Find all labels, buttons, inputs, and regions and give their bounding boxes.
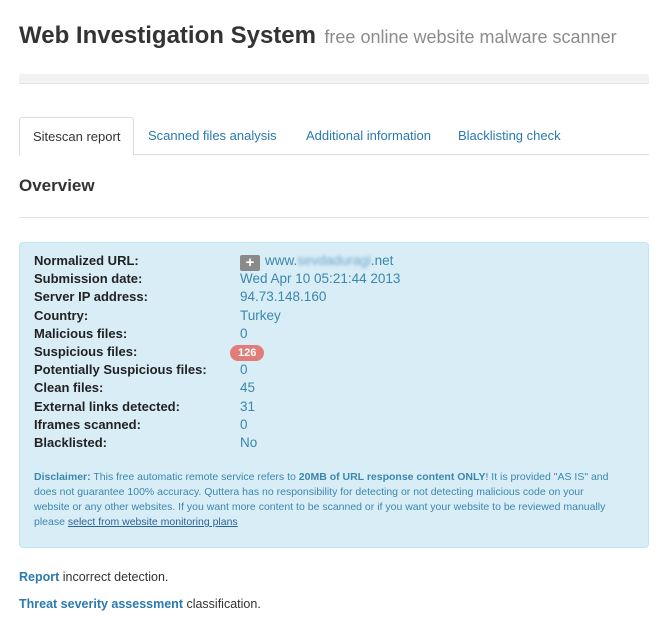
disclaimer-limit: 20MB of URL response content ONLY xyxy=(298,471,486,483)
iframes-label: Iframes scanned: xyxy=(34,416,141,432)
submission-date-label: Submission date: xyxy=(34,271,143,287)
row-suspicious-files: Suspicious files: 126 xyxy=(34,343,614,361)
scan-progress-bar xyxy=(19,74,649,97)
threat-severity-line: Threat severity assessment classificatio… xyxy=(19,597,261,611)
clean-files-label: Clean files: xyxy=(34,380,104,396)
scan-summary-panel: Normalized URL: + www.sevdaduragi.net Sub… xyxy=(19,242,649,548)
clean-files-value: 45 xyxy=(240,380,256,396)
report-link[interactable]: Report xyxy=(19,570,59,584)
tab-blacklisting-check[interactable]: Blacklisting check xyxy=(445,117,574,155)
potentially-suspicious-files-label: Potentially Suspicious files: xyxy=(34,362,207,378)
external-links-value: 31 xyxy=(240,398,256,414)
report-link-text: incorrect detection. xyxy=(59,570,169,584)
malicious-files-value: 0 xyxy=(240,325,248,341)
suspicious-files-badge[interactable]: 126 xyxy=(230,344,265,361)
threat-severity-link[interactable]: Threat severity assessment xyxy=(19,597,183,611)
row-country: Country: Turkey xyxy=(34,307,614,325)
suspicious-files-cell: 126 xyxy=(230,343,265,361)
disclaimer-heading: Disclaimer: xyxy=(34,471,91,483)
blacklisted-label: Blacklisted: xyxy=(34,434,107,450)
tab-sitescan-report[interactable]: Sitescan report xyxy=(19,117,135,156)
page-header: Web Investigation System free online web… xyxy=(19,22,617,50)
url-prefix: www. xyxy=(265,253,298,268)
monitoring-plans-link[interactable]: select from website monitoring plans xyxy=(68,516,238,528)
blacklisted-value: No xyxy=(240,434,258,450)
row-external-links: External links detected: 31 xyxy=(34,398,614,416)
country-label: Country: xyxy=(34,307,89,323)
row-submission-date: Submission date: Wed Apr 10 05:21:44 201… xyxy=(34,270,614,288)
tab-scanned-files-analysis[interactable]: Scanned files analysis xyxy=(135,117,290,155)
row-iframes: Iframes scanned: 0 xyxy=(34,416,614,434)
normalized-url-value: + www.sevdaduragi.net xyxy=(240,252,393,271)
scan-progress-fill xyxy=(19,83,649,97)
row-server-ip: Server IP address: 94.73.148.160 xyxy=(34,288,614,306)
normalized-url-label: Normalized URL: xyxy=(34,253,139,268)
submission-date-value: Wed Apr 10 05:21:44 2013 xyxy=(240,271,401,287)
threat-severity-text: classification. xyxy=(182,597,261,611)
expand-plus-icon[interactable]: + xyxy=(240,255,260,271)
external-links-label: External links detected: xyxy=(34,398,180,414)
url-suffix: .net xyxy=(370,253,394,268)
report-tabs: Sitescan report Scanned files analysis A… xyxy=(19,117,649,156)
disclaimer-text-1: This free automatic remote service refer… xyxy=(90,471,299,483)
disclaimer-text: Disclaimer: This free automatic remote s… xyxy=(34,470,614,530)
app-title: Web Investigation System xyxy=(19,22,316,49)
section-divider xyxy=(19,217,649,218)
server-ip-value: 94.73.148.160 xyxy=(240,289,327,305)
server-ip-label: Server IP address: xyxy=(34,289,148,305)
row-clean-files: Clean files: 45 xyxy=(34,379,614,397)
app-subtitle: free online website malware scanner xyxy=(324,27,617,47)
overview-heading: Overview xyxy=(19,176,95,195)
row-blacklisted: Blacklisted: No xyxy=(34,434,614,452)
suspicious-files-label: Suspicious files: xyxy=(34,343,138,359)
row-malicious-files: Malicious files: 0 xyxy=(34,325,614,343)
report-incorrect-line: Report incorrect detection. xyxy=(19,570,168,584)
potentially-suspicious-files-value: 0 xyxy=(240,362,248,378)
url-domain-obscured: sevdaduragi xyxy=(297,253,371,268)
iframes-value: 0 xyxy=(240,416,248,432)
country-value: Turkey xyxy=(240,307,281,323)
row-normalized-url: Normalized URL: + www.sevdaduragi.net xyxy=(34,252,614,271)
row-potentially-suspicious-files: Potentially Suspicious files: 0 xyxy=(34,361,614,379)
malicious-files-label: Malicious files: xyxy=(34,325,128,341)
tab-additional-information[interactable]: Additional information xyxy=(293,117,444,155)
